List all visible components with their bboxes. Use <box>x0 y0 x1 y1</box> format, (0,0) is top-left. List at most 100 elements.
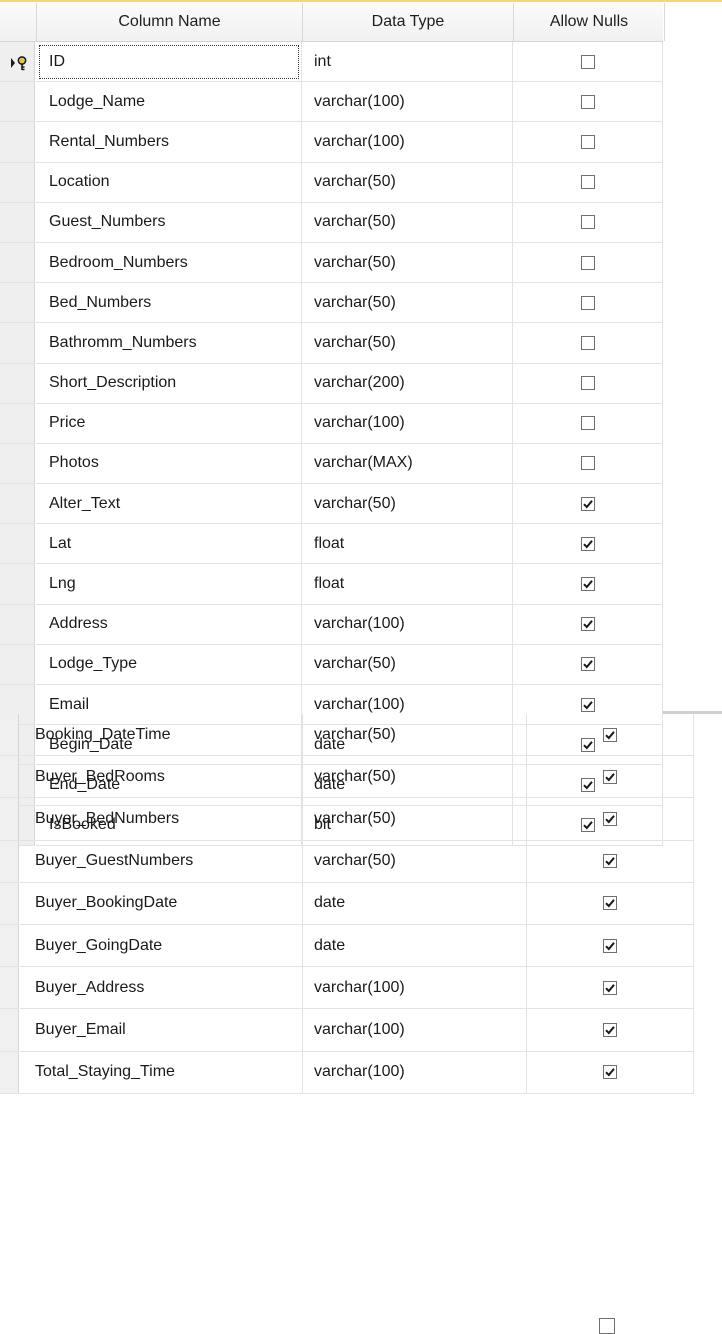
row-selector[interactable] <box>0 1009 19 1052</box>
data-type-cell[interactable]: varchar(50) <box>302 283 513 324</box>
header-column-name[interactable]: Column Name <box>36 3 302 41</box>
allow-nulls-checkbox-partial[interactable] <box>599 1318 615 1334</box>
allow-nulls-checkbox[interactable] <box>580 617 595 632</box>
column-name-cell[interactable]: Buyer_Address <box>20 967 303 1010</box>
column-name-cell[interactable]: Alter_Text <box>36 484 302 525</box>
row-selector[interactable] <box>0 323 35 364</box>
data-type-cell[interactable]: varchar(100) <box>303 967 527 1010</box>
row-selector[interactable] <box>0 484 35 525</box>
table-row[interactable]: ID int <box>0 42 663 83</box>
allow-nulls-checkbox[interactable] <box>603 727 617 742</box>
allow-nulls-checkbox[interactable] <box>603 896 617 911</box>
row-selector[interactable] <box>0 604 35 645</box>
allow-nulls-checkbox[interactable] <box>603 769 617 784</box>
table-row[interactable]: Alter_Text varchar(50) <box>0 484 663 525</box>
table-row[interactable]: Guest_Numbers varchar(50) <box>0 202 663 243</box>
row-selector[interactable] <box>0 714 19 757</box>
table-row[interactable]: Lng float <box>0 564 663 605</box>
column-name-cell[interactable]: Bed_Numbers <box>36 283 302 324</box>
allow-nulls-checkbox[interactable] <box>580 577 595 592</box>
allow-nulls-cell[interactable] <box>527 967 694 1010</box>
allow-nulls-cell[interactable] <box>513 242 663 284</box>
row-selector[interactable] <box>0 82 35 123</box>
allow-nulls-checkbox[interactable] <box>603 811 617 826</box>
table-row[interactable]: Buyer_GoingDate date <box>0 924 722 968</box>
allow-nulls-checkbox[interactable] <box>580 335 595 350</box>
column-name-cell[interactable]: Lat <box>36 524 302 565</box>
table-row[interactable]: Buyer_GuestNumbers varchar(50) <box>0 840 722 883</box>
allow-nulls-cell[interactable] <box>527 1009 694 1052</box>
data-type-cell[interactable]: varchar(100) <box>302 604 513 645</box>
allow-nulls-cell[interactable] <box>513 202 663 243</box>
table-row[interactable]: Buyer_BookingDate date <box>0 882 722 925</box>
allow-nulls-checkbox[interactable] <box>580 295 595 310</box>
data-type-cell[interactable]: varchar(50) <box>302 644 513 685</box>
data-type-cell[interactable]: varchar(100) <box>303 1009 527 1052</box>
row-selector[interactable] <box>0 967 19 1010</box>
row-selector[interactable] <box>0 1051 19 1094</box>
column-name-cell[interactable]: Bedroom_Numbers <box>36 242 302 284</box>
row-selector[interactable] <box>0 162 35 203</box>
allow-nulls-cell[interactable] <box>513 644 663 685</box>
column-name-cell[interactable]: Buyer_BedNumbers <box>20 798 303 841</box>
row-selector[interactable] <box>0 882 19 925</box>
row-selector[interactable] <box>0 644 35 685</box>
allow-nulls-checkbox[interactable] <box>580 657 595 672</box>
table-row[interactable]: Lodge_Name varchar(100) <box>0 82 663 123</box>
data-type-cell[interactable]: float <box>302 564 513 605</box>
table-row[interactable]: Buyer_Address varchar(100) <box>0 967 722 1010</box>
allow-nulls-cell[interactable] <box>513 323 663 364</box>
allow-nulls-checkbox[interactable] <box>580 215 595 230</box>
table-row[interactable]: Bed_Numbers varchar(50) <box>0 283 663 324</box>
data-type-cell[interactable]: varchar(100) <box>302 403 513 444</box>
table-row[interactable]: Bedroom_Numbers varchar(50) <box>0 242 663 284</box>
data-type-cell[interactable]: varchar(100) <box>302 82 513 123</box>
column-name-cell[interactable]: Buyer_BedRooms <box>20 756 303 799</box>
column-name-cell[interactable]: Buyer_Email <box>20 1009 303 1052</box>
column-name-cell[interactable]: Location <box>36 162 302 203</box>
row-selector[interactable] <box>0 403 35 444</box>
column-name-cell[interactable]: Booking_DateTime <box>20 714 303 757</box>
row-selector[interactable] <box>0 798 19 841</box>
allow-nulls-cell[interactable] <box>513 363 663 404</box>
column-name-cell[interactable]: Lng <box>36 564 302 605</box>
allow-nulls-checkbox[interactable] <box>580 94 595 109</box>
allow-nulls-cell[interactable] <box>513 604 663 645</box>
table-row[interactable]: Buyer_BedRooms varchar(50) <box>0 756 722 799</box>
allow-nulls-cell[interactable] <box>513 82 663 123</box>
allow-nulls-checkbox[interactable] <box>580 496 595 511</box>
allow-nulls-cell[interactable] <box>513 403 663 444</box>
allow-nulls-checkbox[interactable] <box>580 416 595 431</box>
row-selector[interactable] <box>0 42 35 83</box>
allow-nulls-cell[interactable] <box>513 443 663 485</box>
allow-nulls-checkbox[interactable] <box>580 175 595 190</box>
allow-nulls-checkbox[interactable] <box>603 1022 617 1037</box>
row-selector[interactable] <box>0 122 35 163</box>
column-name-cell[interactable]: ID <box>36 42 302 83</box>
allow-nulls-checkbox[interactable] <box>580 255 595 270</box>
column-name-cell[interactable]: Lodge_Name <box>36 82 302 123</box>
data-type-cell[interactable]: date <box>303 924 527 968</box>
column-name-cell[interactable]: Address <box>36 604 302 645</box>
header-allow-nulls[interactable]: Allow Nulls <box>513 3 665 41</box>
allow-nulls-cell[interactable] <box>527 840 694 883</box>
row-selector[interactable] <box>0 242 35 284</box>
table-row[interactable]: Bathromm_Numbers varchar(50) <box>0 323 663 364</box>
data-type-cell[interactable]: date <box>303 882 527 925</box>
data-type-cell[interactable]: varchar(50) <box>303 714 527 757</box>
data-type-cell[interactable]: int <box>302 42 513 83</box>
allow-nulls-checkbox[interactable] <box>580 456 595 471</box>
column-name-cell[interactable]: Rental_Numbers <box>36 122 302 163</box>
allow-nulls-checkbox[interactable] <box>580 54 595 69</box>
column-name-cell[interactable]: Bathromm_Numbers <box>36 323 302 364</box>
data-type-cell[interactable]: float <box>302 524 513 565</box>
table-row[interactable]: Booking_DateTime varchar(50) <box>0 714 722 757</box>
table-row[interactable]: Lodge_Type varchar(50) <box>0 644 663 685</box>
allow-nulls-checkbox[interactable] <box>603 854 617 869</box>
allow-nulls-cell[interactable] <box>513 564 663 605</box>
column-name-cell[interactable]: Photos <box>36 443 302 485</box>
table-row[interactable]: Address varchar(100) <box>0 604 663 645</box>
allow-nulls-checkbox[interactable] <box>580 376 595 391</box>
row-selector[interactable] <box>0 443 35 485</box>
allow-nulls-cell[interactable] <box>527 924 694 968</box>
